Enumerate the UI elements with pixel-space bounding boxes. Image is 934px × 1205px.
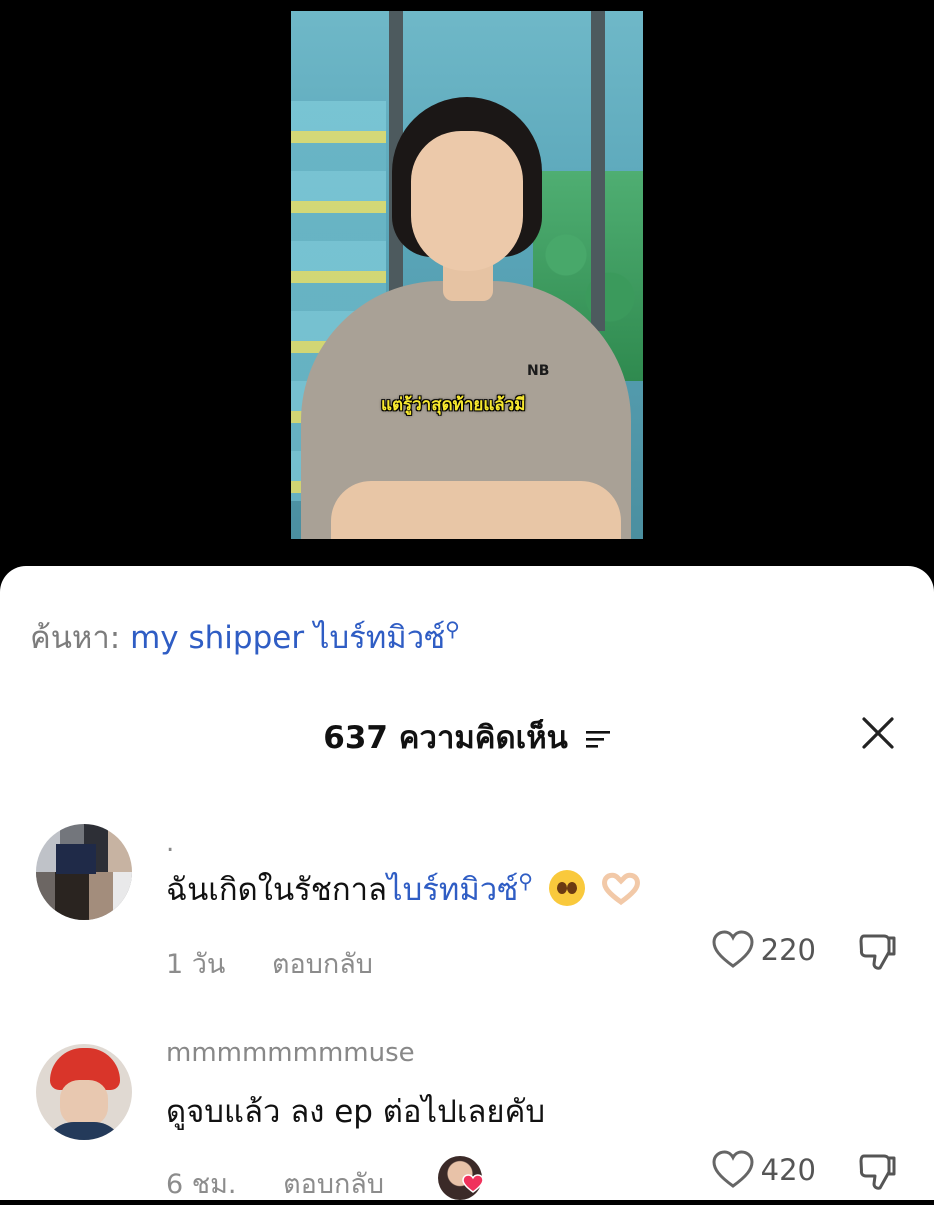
like-button[interactable]: 420 xyxy=(711,1150,816,1190)
comments-header: 637 ความคิดเห็น xyxy=(0,712,934,762)
video-subtitle: แต่รู้ว่าสุดท้ายแล้วมี xyxy=(381,395,526,415)
search-suggestion[interactable]: ค้นหา: my shipper ไบร์ทมิวซ์⚲ xyxy=(30,612,460,662)
comment-text: ดูจบแล้ว ลง ep ต่อไปเลยคับ xyxy=(166,1094,545,1130)
close-icon[interactable] xyxy=(860,715,896,755)
comment-username[interactable]: . xyxy=(166,828,174,858)
avatar[interactable] xyxy=(36,824,132,920)
heart-icon xyxy=(712,930,754,968)
comments-sheet: ค้นหา: my shipper ไบร์ทมิวซ์⚲ 637 ความคิ… xyxy=(0,566,934,1200)
video-person-face xyxy=(411,131,523,271)
reply-button[interactable]: ตอบกลับ xyxy=(283,1169,384,1200)
comment-meta: 6 ชม. ตอบกลับ xyxy=(166,1162,384,1205)
avatar-body xyxy=(44,1122,124,1140)
shirt-logo: NB xyxy=(527,363,550,379)
video-person-hands xyxy=(331,481,621,539)
comments-count: 637 ความคิดเห็น xyxy=(323,720,568,756)
comment-hashtag-link[interactable]: ไบร์ทมิวซ์ xyxy=(387,872,518,908)
video-player[interactable]: NB แต่รู้ว่าสุดท้ายแล้วมี xyxy=(291,11,643,539)
search-icon: ⚲ xyxy=(445,617,460,641)
video-pillar xyxy=(591,11,605,331)
sort-icon[interactable] xyxy=(585,722,611,758)
dislike-button[interactable] xyxy=(856,1152,900,1196)
heart-hands-emoji xyxy=(599,872,643,914)
comment-text: ฉันเกิดในรัชกาลไบร์ทมิวซ์⚲ xyxy=(166,864,643,914)
comment-meta: 1 วัน ตอบกลับ xyxy=(166,942,373,985)
avatar-face xyxy=(60,1080,108,1126)
thumbs-down-icon xyxy=(859,934,896,970)
avatar[interactable] xyxy=(36,1044,132,1140)
like-count: 220 xyxy=(760,933,816,967)
search-term[interactable]: my shipper ไบร์ทมิวซ์ xyxy=(130,620,445,656)
like-count: 420 xyxy=(760,1153,816,1187)
reply-button[interactable]: ตอบกลับ xyxy=(272,949,373,980)
comment-text-plain: ฉันเกิดในรัชกาล xyxy=(166,872,387,908)
like-button[interactable]: 220 xyxy=(711,930,816,970)
search-prefix: ค้นหา: xyxy=(30,620,121,656)
avatar-pixelated xyxy=(56,844,96,874)
comment-time: 6 ชม. xyxy=(166,1169,237,1200)
thumbs-down-icon xyxy=(859,1154,896,1190)
creator-liked-heart-icon xyxy=(462,1174,484,1198)
comment-username[interactable]: mmmmmmmmuse xyxy=(166,1038,415,1068)
dislike-button[interactable] xyxy=(856,932,900,976)
comment-time: 1 วัน xyxy=(166,949,226,980)
heart-icon xyxy=(712,1150,754,1188)
pleading-face-emoji xyxy=(548,870,585,906)
avatar-pixelated xyxy=(36,872,132,920)
search-icon: ⚲ xyxy=(518,869,533,893)
